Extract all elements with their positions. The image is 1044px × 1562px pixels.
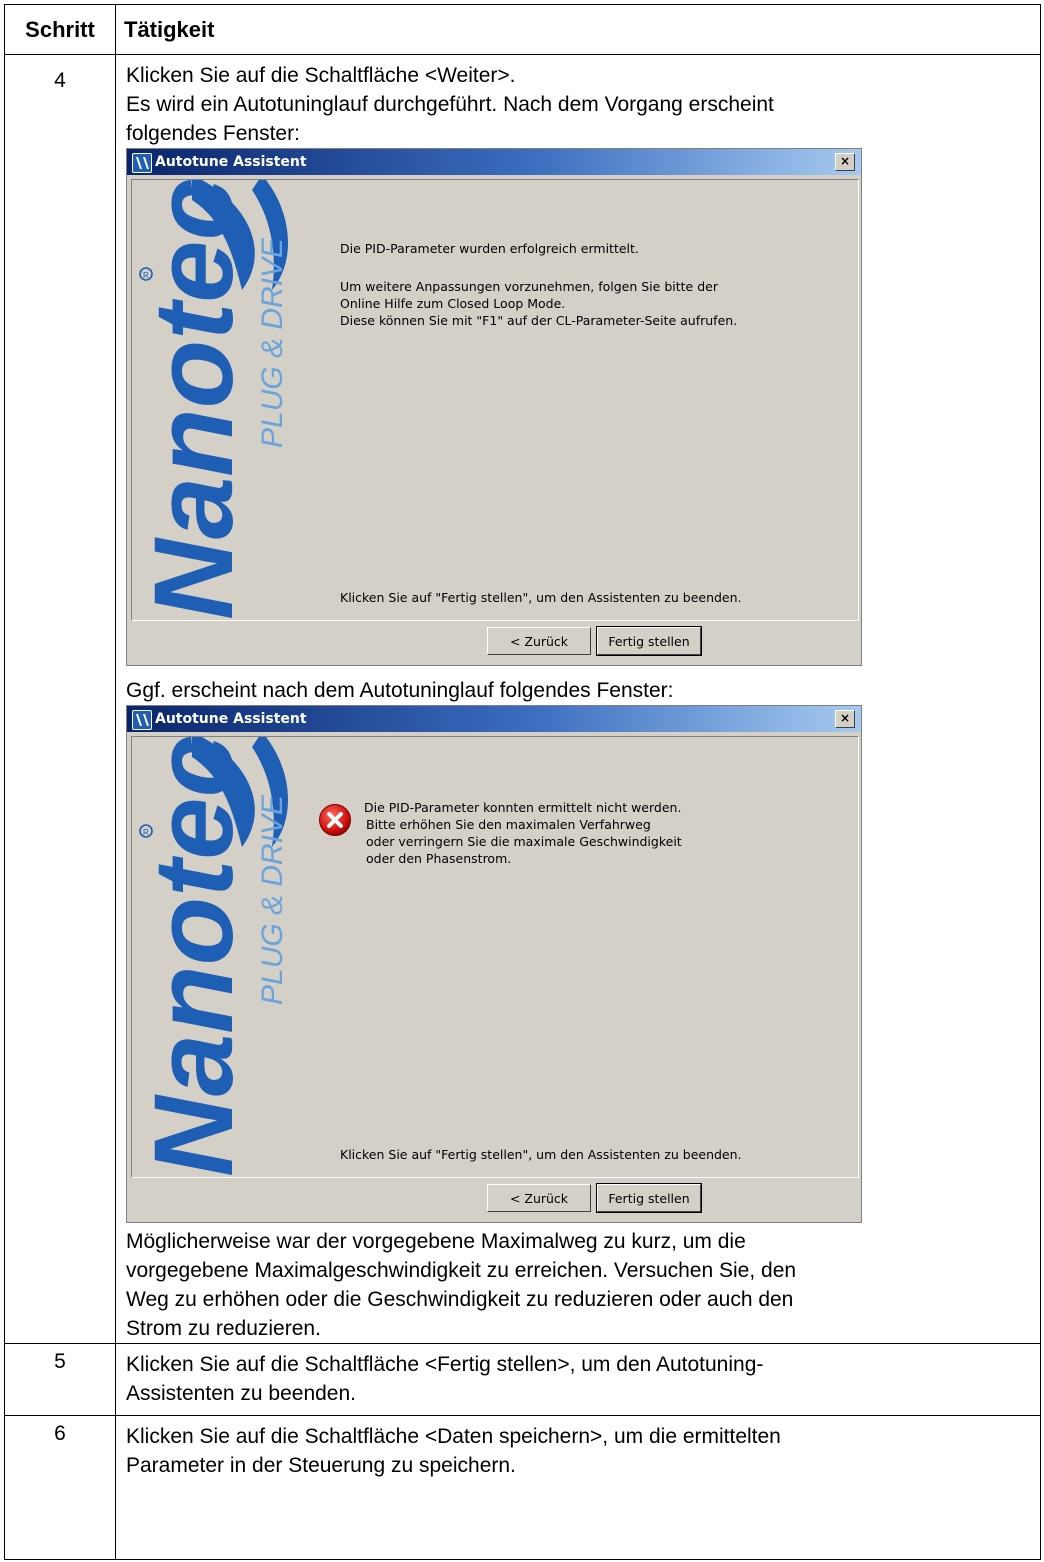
error-icon [318, 803, 352, 837]
nanotec-brand-logo: R Nanotec PLUG & DRIVE [132, 737, 289, 1177]
message-line: Diese können Sie mit "F1" auf der CL-Par… [340, 313, 738, 328]
autotune-error-dialog: Autotune Assistent × R Nanotec PLUG & DR… [126, 705, 862, 1223]
step-content: Klicken Sie auf die Schaltfläche <Weiter… [115, 54, 1041, 1344]
dialog-message: Die PID-Parameter wurden erfolgreich erm… [340, 240, 639, 257]
autotune-success-dialog: Autotune Assistent × R Nanotec PLUG & DR… [126, 148, 862, 666]
instruction-text: Ggf. erscheint nach dem Autotuninglauf f… [126, 679, 674, 702]
instruction-text: Weg zu erhöhen oder die Geschwindigkeit … [126, 1288, 794, 1311]
step-number: 5 [4, 1343, 116, 1416]
dialog-body: R Nanotec PLUG & DRIVE Die PID-Parameter… [131, 736, 859, 1178]
message-line: Online Hilfe zum Closed Loop Mode. [340, 296, 566, 311]
instruction-text: Klicken Sie auf die Schaltfläche <Weiter… [126, 64, 516, 87]
instruction-text: Assistenten zu beenden. [126, 1382, 356, 1405]
step-content: Klicken Sie auf die Schaltfläche <Fertig… [115, 1343, 1041, 1416]
back-button[interactable]: < Zurück [487, 1184, 591, 1212]
step-content: Klicken Sie auf die Schaltfläche <Daten … [115, 1415, 1041, 1560]
dialog-title-bar: Autotune Assistent × [127, 149, 861, 175]
brand-slogan: PLUG & DRIVE [256, 794, 289, 1005]
dialog-message: Die PID-Parameter konnten ermittelt nich… [364, 799, 682, 867]
table-row: 6 Klicken Sie auf die Schaltfläche <Date… [4, 1415, 1041, 1560]
instruction-text: Klicken Sie auf die Schaltfläche <Fertig… [126, 1353, 764, 1376]
instruction-text: Strom zu reduzieren. [126, 1317, 321, 1340]
header-step: Schritt [4, 4, 116, 55]
brand-name: Nanotec [132, 180, 256, 620]
instruction-text: folgendes Fenster: [126, 122, 300, 145]
dialog-title: Autotune Assistent [155, 154, 307, 170]
finish-button[interactable]: Fertig stellen [596, 1183, 702, 1213]
nanotec-logo-icon [132, 153, 152, 173]
brand-slogan: PLUG & DRIVE [256, 237, 289, 448]
finish-button[interactable]: Fertig stellen [596, 626, 702, 656]
table-row: 4 Klicken Sie auf die Schaltfläche <Weit… [4, 54, 1041, 1344]
message-line: Um weitere Anpassungen vorzunehmen, folg… [340, 279, 718, 294]
dialog-footer-message: Klicken Sie auf "Fertig stellen", um den… [340, 1147, 742, 1162]
table-row: 5 Klicken Sie auf die Schaltfläche <Fert… [4, 1343, 1041, 1416]
message-line: Die PID-Parameter konnten ermittelt nich… [364, 800, 682, 815]
instruction-text: Möglicherweise war der vorgegebene Maxim… [126, 1230, 746, 1253]
close-button[interactable]: × [835, 153, 855, 171]
header-action: Tätigkeit [115, 4, 1041, 55]
dialog-body: R Nanotec PLUG & DRIVE Die PID-Parameter… [131, 179, 859, 621]
message-line: oder verringern Sie die maximale Geschwi… [366, 834, 682, 849]
brand-panel: R Nanotec PLUG & DRIVE [132, 737, 302, 1177]
message-line: Bitte erhöhen Sie den maximalen Verfahrw… [366, 817, 651, 832]
table-header-row: Schritt Tätigkeit [4, 4, 1041, 55]
instruction-text: Es wird ein Autotuninglauf durchgeführt.… [126, 93, 774, 116]
step-number: 4 [4, 54, 116, 1344]
step-number: 6 [4, 1415, 116, 1560]
instruction-text: Klicken Sie auf die Schaltfläche <Daten … [126, 1425, 781, 1448]
dialog-message: Um weitere Anpassungen vorzunehmen, folg… [340, 278, 737, 329]
instruction-text: Parameter in der Steuerung zu speichern. [126, 1454, 516, 1477]
brand-panel: R Nanotec PLUG & DRIVE [132, 180, 302, 620]
dialog-title: Autotune Assistent [155, 711, 307, 727]
instruction-text: vorgegebene Maximalgeschwindigkeit zu er… [126, 1259, 797, 1282]
dialog-footer-message: Klicken Sie auf "Fertig stellen", um den… [340, 590, 742, 605]
nanotec-logo-icon [132, 710, 152, 730]
brand-name: Nanotec [132, 737, 256, 1177]
steps-table: Schritt Tätigkeit 4 Klicken Sie auf die … [4, 4, 1041, 1560]
close-button[interactable]: × [835, 710, 855, 728]
message-line: Die PID-Parameter wurden erfolgreich erm… [340, 241, 639, 256]
message-line: oder den Phasenstrom. [366, 851, 512, 866]
dialog-title-bar: Autotune Assistent × [127, 706, 861, 732]
back-button[interactable]: < Zurück [487, 627, 591, 655]
nanotec-brand-logo: R Nanotec PLUG & DRIVE [132, 180, 289, 620]
